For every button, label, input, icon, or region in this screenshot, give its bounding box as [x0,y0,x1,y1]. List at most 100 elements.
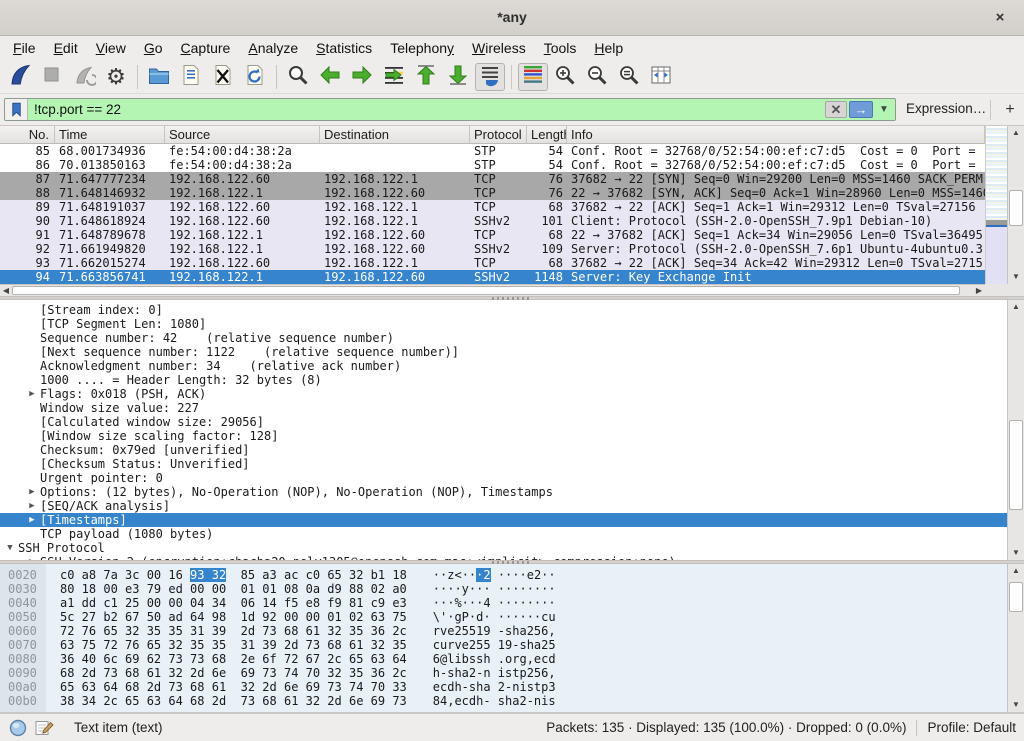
resize-columns-button[interactable] [646,63,676,91]
scroll-down-icon[interactable]: ▼ [1008,270,1024,284]
menu-item-tools[interactable]: Tools [535,38,586,58]
filter-history-dropdown[interactable]: ▼ [876,101,892,118]
menu-item-help[interactable]: Help [585,38,632,58]
hex-row[interactable]: 003080 18 00 e3 79 ed 00 00 01 01 08 0a … [0,582,1024,596]
scrollbar-thumb[interactable] [1009,190,1023,226]
detail-line[interactable]: TCP payload (1080 bytes) [0,527,1024,541]
menu-item-analyze[interactable]: Analyze [239,38,307,58]
hex-row[interactable]: 00505c 27 b2 67 50 ad 64 98 1d 92 00 00 … [0,610,1024,624]
go-back-button[interactable] [315,63,345,91]
auto-scroll-button[interactable] [475,63,505,91]
packet-row-94[interactable]: 9471.663856741192.168.122.1192.168.122.6… [0,270,985,284]
scroll-up-icon[interactable]: ▲ [1008,126,1024,140]
scroll-down-icon[interactable]: ▼ [1008,546,1024,560]
close-file-button[interactable] [208,63,238,91]
capture-comment-button[interactable] [34,718,54,738]
packet-row-85[interactable]: 8568.001734936fe:54:00:d4:38:2aSTP54Conf… [0,144,985,158]
clear-filter-button[interactable]: ✕ [825,101,847,118]
detail-line[interactable]: [Checksum Status: Unverified] [0,457,1024,471]
scroll-left-icon[interactable]: ◀ [0,285,12,296]
go-to-top-button[interactable] [411,63,441,91]
column-header-protocol[interactable]: Protocol [470,126,527,143]
profile-text[interactable]: Profile: Default [927,720,1016,735]
save-file-button[interactable] [176,63,206,91]
hex-row[interactable]: 009068 2d 73 68 61 32 2d 6e 69 73 74 70 … [0,666,1024,680]
menu-item-wireless[interactable]: Wireless [463,38,535,58]
packet-row-91[interactable]: 9171.648789678192.168.122.1192.168.122.6… [0,228,985,242]
filter-expression-text[interactable]: !tcp.port == 22 [28,102,825,117]
detail-line[interactable]: Window size value: 227 [0,401,1024,415]
detail-line[interactable]: [Window size scaling factor: 128] [0,429,1024,443]
start-capture-button[interactable] [5,63,35,91]
detail-line[interactable]: ▼SSH Protocol [0,541,1024,555]
stop-capture-button[interactable] [37,63,67,91]
open-file-button[interactable] [144,63,174,91]
menu-item-go[interactable]: Go [135,38,172,58]
detail-line[interactable]: Acknowledgment number: 34 (relative ack … [0,359,1024,373]
packet-row-90[interactable]: 9071.648618924192.168.122.60192.168.122.… [0,214,985,228]
zoom-reset-button[interactable] [614,63,644,91]
display-filter-input[interactable]: !tcp.port == 22 ✕ → ▼ [4,98,896,121]
detail-line[interactable]: [TCP Segment Len: 1080] [0,317,1024,331]
menu-item-file[interactable]: File [4,38,45,58]
hex-row[interactable]: 0020c0 a8 7a 3c 00 16 93 32 85 a3 ac c0 … [0,568,1024,582]
menu-item-capture[interactable]: Capture [172,38,240,58]
detail-line[interactable]: [Next sequence number: 1122 (relative se… [0,345,1024,359]
detail-line[interactable]: ▶Flags: 0x018 (PSH, ACK) [0,387,1024,401]
scroll-right-icon[interactable]: ▶ [973,285,985,296]
column-header-time[interactable]: Time [55,126,165,143]
packet-row-92[interactable]: 9271.661949820192.168.122.1192.168.122.6… [0,242,985,256]
packet-list-vertical-scrollbar[interactable]: ▲ ▼ [1007,126,1024,284]
packet-list-minimap[interactable] [985,126,1007,284]
column-header-source[interactable]: Source [165,126,320,143]
detail-line[interactable]: [Stream index: 0] [0,303,1024,317]
colorize-button[interactable] [518,63,548,91]
hex-row[interactable]: 00b038 34 2c 65 63 64 68 2d 73 68 61 32 … [0,694,1024,708]
scrollbar-thumb[interactable] [1009,420,1023,510]
hex-row[interactable]: 0040a1 dd c1 25 00 00 04 34 06 14 f5 e8 … [0,596,1024,610]
go-to-packet-button[interactable] [379,63,409,91]
expert-info-button[interactable] [8,718,28,738]
zoom-in-button[interactable] [550,63,580,91]
detail-line[interactable]: ▶Options: (12 bytes), No-Operation (NOP)… [0,485,1024,499]
menu-item-statistics[interactable]: Statistics [307,38,381,58]
restart-capture-button[interactable] [69,63,99,91]
bytes-vertical-scrollbar[interactable]: ▲ ▼ [1007,564,1024,712]
collapsed-arrow-icon[interactable]: ▶ [24,499,40,513]
detail-line[interactable]: ▶[Timestamps] [0,513,1024,527]
find-packet-button[interactable] [283,63,313,91]
scrollbar-thumb[interactable] [1009,582,1023,612]
go-to-bottom-button[interactable] [443,63,473,91]
detail-line[interactable]: Urgent pointer: 0 [0,471,1024,485]
scroll-up-icon[interactable]: ▲ [1008,300,1024,314]
collapsed-arrow-icon[interactable]: ▶ [24,485,40,499]
detail-line[interactable]: [Calculated window size: 29056] [0,415,1024,429]
hex-row[interactable]: 006072 76 65 32 35 35 31 39 2d 73 68 61 … [0,624,1024,638]
collapsed-arrow-icon[interactable]: ▶ [24,387,40,401]
scrollbar-thumb[interactable] [12,286,960,295]
expanded-arrow-icon[interactable]: ▼ [2,541,18,555]
hex-row[interactable]: 007063 75 72 76 65 32 35 35 31 39 2d 73 … [0,638,1024,652]
add-filter-button[interactable]: + [1000,98,1020,121]
detail-line[interactable]: Checksum: 0x79ed [unverified] [0,443,1024,457]
detail-line[interactable]: Sequence number: 42 (relative sequence n… [0,331,1024,345]
packet-row-88[interactable]: 8871.648146932192.168.122.1192.168.122.6… [0,186,985,200]
capture-options-button[interactable]: ⚙ [101,63,131,91]
details-vertical-scrollbar[interactable]: ▲ ▼ [1007,300,1024,560]
filter-bookmark-button[interactable] [5,99,28,120]
packet-row-89[interactable]: 8971.648191037192.168.122.60192.168.122.… [0,200,985,214]
scroll-up-icon[interactable]: ▲ [1008,564,1024,578]
detail-line[interactable]: ▶[SEQ/ACK analysis] [0,499,1024,513]
scroll-down-icon[interactable]: ▼ [1008,698,1024,712]
menu-item-telephony[interactable]: Telephony [381,38,463,58]
zoom-out-button[interactable] [582,63,612,91]
expression-button[interactable]: Expression… [906,101,986,116]
apply-filter-button[interactable]: → [849,101,873,118]
packet-row-86[interactable]: 8670.013850163fe:54:00:d4:38:2aSTP54Conf… [0,158,985,172]
packet-row-93[interactable]: 9371.662015274192.168.122.60192.168.122.… [0,256,985,270]
menu-item-edit[interactable]: Edit [45,38,87,58]
packet-list-header[interactable]: No.TimeSourceDestinationProtocolLengthIn… [0,126,985,144]
hex-row[interactable]: 008036 40 6c 69 62 73 73 68 2e 6f 72 67 … [0,652,1024,666]
packet-row-87[interactable]: 8771.647777234192.168.122.60192.168.122.… [0,172,985,186]
column-header-destination[interactable]: Destination [320,126,470,143]
